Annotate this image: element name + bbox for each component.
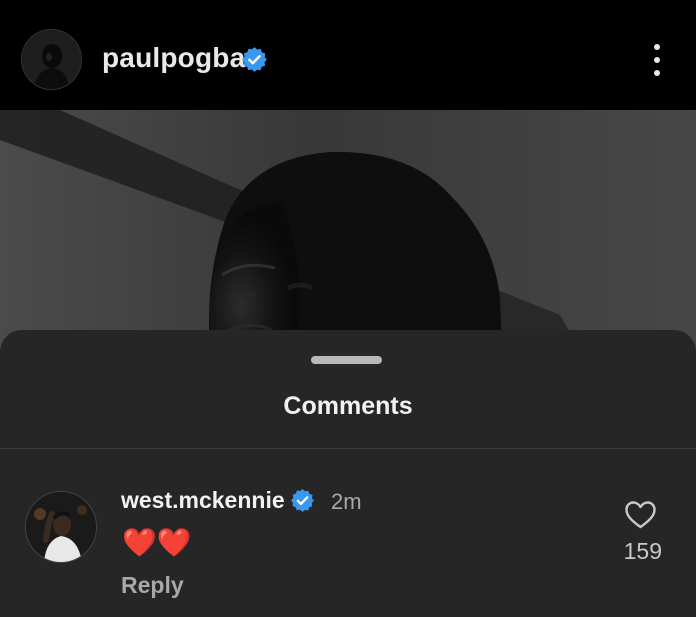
commenter-photo-icon xyxy=(26,492,96,562)
divider xyxy=(0,448,696,449)
avatar-photo-icon xyxy=(22,30,81,89)
more-dot xyxy=(654,44,660,50)
verified-badge-icon xyxy=(242,47,267,72)
verified-badge-icon xyxy=(291,489,314,512)
more-dot xyxy=(654,70,660,76)
post-header: paulpogba xyxy=(0,0,696,110)
author-avatar[interactable] xyxy=(21,29,82,90)
author-username[interactable]: paulpogba xyxy=(102,42,245,74)
comment-text: ❤️❤️ xyxy=(122,527,192,558)
like-count: 159 xyxy=(623,538,662,564)
comment-author[interactable]: west.mckennie xyxy=(121,487,285,514)
post-photo[interactable] xyxy=(0,110,696,350)
comment-timestamp: 2m xyxy=(331,489,362,514)
portrait-photo-icon xyxy=(0,110,696,350)
reply-button[interactable]: Reply xyxy=(121,572,184,599)
comments-sheet: Comments xyxy=(0,330,696,617)
commenter-avatar[interactable] xyxy=(25,491,97,563)
more-dot xyxy=(654,57,660,63)
sheet-drag-handle[interactable] xyxy=(311,356,382,364)
more-options-icon[interactable] xyxy=(646,40,668,80)
comments-title: Comments xyxy=(283,392,413,420)
heart-outline-icon[interactable] xyxy=(624,500,657,530)
